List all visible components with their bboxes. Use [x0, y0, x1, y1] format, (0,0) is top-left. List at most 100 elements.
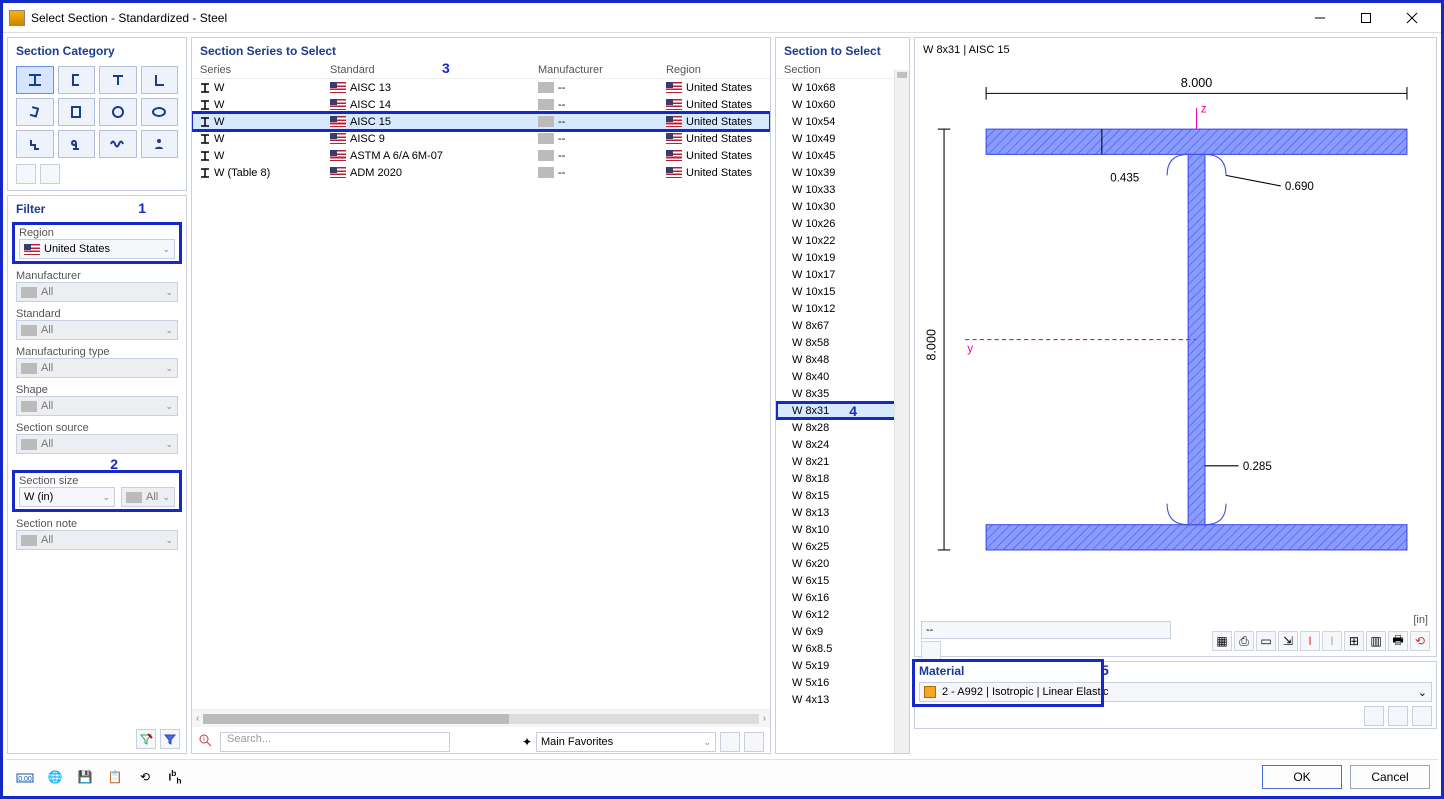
fav-manage-icon[interactable] [744, 732, 764, 752]
section-item[interactable]: W 6x20 [776, 555, 908, 572]
series-col-region[interactable]: Region [666, 64, 762, 76]
section-item[interactable]: W 8x35 [776, 385, 908, 402]
maximize-button[interactable] [1343, 4, 1389, 32]
material-select[interactable]: 2 - A992 | Isotropic | Linear Elastic⌄ [919, 682, 1432, 702]
section-item[interactable]: W 6x15 [776, 572, 908, 589]
cat-c-shape[interactable] [58, 66, 96, 94]
section-item[interactable]: W 10x49 [776, 130, 908, 147]
section-item[interactable]: W 10x17 [776, 266, 908, 283]
minimize-button[interactable] [1297, 4, 1343, 32]
cat-crank-shape[interactable] [16, 130, 54, 158]
series-col-series[interactable]: Series [200, 64, 330, 76]
section-item[interactable]: W 10x60 [776, 96, 908, 113]
section-item[interactable]: W 8x67 [776, 317, 908, 334]
fav-add-icon[interactable] [720, 732, 740, 752]
pv-ishape-red-icon[interactable]: I [1300, 631, 1320, 651]
section-item[interactable]: W 6x12 [776, 606, 908, 623]
pv-axes-icon[interactable]: ⇲ [1278, 631, 1298, 651]
sb-clipboard-icon[interactable]: 📋 [104, 766, 126, 788]
size-all-select[interactable]: All⌄ [121, 487, 175, 507]
standard-select[interactable]: All⌄ [16, 320, 178, 340]
size-select[interactable]: W (in)⌄ [19, 487, 115, 507]
section-item[interactable]: W 10x45 [776, 147, 908, 164]
section-item[interactable]: W 5x19 [776, 657, 908, 674]
section-item[interactable]: W 6x16 [776, 589, 908, 606]
cancel-button[interactable]: Cancel [1350, 765, 1430, 789]
series-row[interactable]: W AISC 9 -- United States [192, 130, 770, 147]
sb-link-icon[interactable]: ⟲ [134, 766, 156, 788]
region-select[interactable]: United States⌄ [19, 239, 175, 259]
cat-pipe-shape[interactable] [99, 98, 137, 126]
pv-stress-icon[interactable]: ▭ [1256, 631, 1276, 651]
series-row[interactable]: W AISC 15 -- United States [192, 113, 770, 130]
sb-ibh-icon[interactable]: Ibh [164, 766, 186, 788]
section-item[interactable]: W 5x16 [776, 674, 908, 691]
section-item[interactable]: W 6x25 [776, 538, 908, 555]
section-item[interactable]: W 8x10 [776, 521, 908, 538]
section-item[interactable]: W 10x30 [776, 198, 908, 215]
series-col-manufacturer[interactable]: Manufacturer [538, 64, 666, 76]
search-input[interactable]: Search... [220, 732, 450, 752]
filter-apply-icon[interactable] [160, 729, 180, 749]
close-button[interactable] [1389, 4, 1435, 32]
source-select[interactable]: All⌄ [16, 434, 178, 454]
pv-show-values-icon[interactable]: ▦ [1212, 631, 1232, 651]
cat-extra-2[interactable] [40, 164, 60, 184]
manufacturer-select[interactable]: All⌄ [16, 282, 178, 302]
pv-printmenu-icon[interactable]: 🖶 [1388, 631, 1408, 651]
section-item[interactable]: W 10x54 [776, 113, 908, 130]
section-item[interactable]: W 10x33 [776, 181, 908, 198]
material-edit-icon[interactable] [1412, 706, 1432, 726]
ok-button[interactable]: OK [1262, 765, 1342, 789]
section-item[interactable]: W 8x21 [776, 453, 908, 470]
section-item[interactable]: W 6x8.5 [776, 640, 908, 657]
section-item[interactable]: W 8x314 [776, 402, 908, 419]
series-row[interactable]: W ASTM A 6/A 6M-07 -- United States [192, 147, 770, 164]
material-new-icon[interactable] [1388, 706, 1408, 726]
section-vscroll[interactable] [894, 70, 909, 753]
section-item[interactable]: W 8x40 [776, 368, 908, 385]
material-library-icon[interactable] [1364, 706, 1384, 726]
pv-dims-icon[interactable]: ⊞ [1344, 631, 1364, 651]
series-hscroll[interactable]: ‹› [192, 709, 770, 727]
section-item[interactable]: W 4x13 [776, 691, 908, 708]
pv-grid-icon[interactable]: ▥ [1366, 631, 1386, 651]
series-row[interactable]: W AISC 14 -- United States [192, 96, 770, 113]
filter-clear-icon[interactable] [136, 729, 156, 749]
cat-extra-1[interactable] [16, 164, 36, 184]
cat-corrugated-shape[interactable] [99, 130, 137, 158]
cat-oval-shape[interactable] [141, 98, 179, 126]
favorites-select[interactable]: Main Favorites⌄ [536, 732, 716, 752]
mtype-select[interactable]: All⌄ [16, 358, 178, 378]
section-col-header[interactable]: Section [776, 62, 909, 79]
section-item[interactable]: W 10x26 [776, 215, 908, 232]
cat-person-shape[interactable] [141, 130, 179, 158]
cat-i-shape[interactable] [16, 66, 54, 94]
section-item[interactable]: W 8x13 [776, 504, 908, 521]
section-item[interactable]: W 8x18 [776, 470, 908, 487]
section-item[interactable]: W 10x15 [776, 283, 908, 300]
section-item[interactable]: W 8x24 [776, 436, 908, 453]
cat-t-shape[interactable] [99, 66, 137, 94]
section-item[interactable]: W 10x68 [776, 79, 908, 96]
section-item[interactable]: W 10x12 [776, 300, 908, 317]
section-item[interactable]: W 10x39 [776, 164, 908, 181]
cat-l-shape[interactable] [141, 66, 179, 94]
section-item[interactable]: W 8x48 [776, 351, 908, 368]
section-item[interactable]: W 8x15 [776, 487, 908, 504]
preview-display-select[interactable]: -- [921, 621, 1171, 639]
cat-box-shape[interactable] [58, 98, 96, 126]
section-item[interactable]: W 10x22 [776, 232, 908, 249]
series-col-standard[interactable]: Standard [330, 64, 538, 76]
sb-units-icon[interactable]: 0.00 [14, 766, 36, 788]
cat-rail-shape[interactable] [58, 130, 96, 158]
shape-select[interactable]: All⌄ [16, 396, 178, 416]
pv-print-icon[interactable]: ⎙ [1234, 631, 1254, 651]
sb-save-icon[interactable]: 💾 [74, 766, 96, 788]
sb-globe-icon[interactable]: 🌐 [44, 766, 66, 788]
cat-z-shape[interactable] [16, 98, 54, 126]
section-item[interactable]: W 6x9 [776, 623, 908, 640]
preview-tool-extra[interactable] [921, 641, 941, 661]
section-item[interactable]: W 10x19 [776, 249, 908, 266]
section-item[interactable]: W 8x58 [776, 334, 908, 351]
